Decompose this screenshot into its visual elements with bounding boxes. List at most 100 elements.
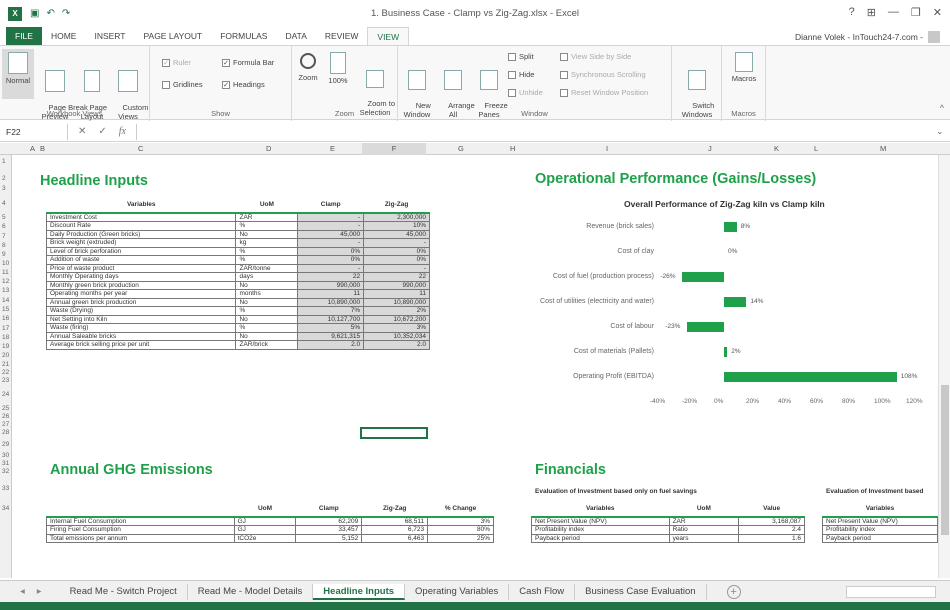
- table-cell[interactable]: Internal Fuel Consumption: [46, 516, 235, 526]
- row-header[interactable]: 7: [2, 233, 6, 240]
- table-cell[interactable]: tCO2e: [233, 533, 297, 543]
- row-header[interactable]: 10: [2, 260, 9, 267]
- table-cell[interactable]: -: [297, 212, 365, 222]
- col-c[interactable]: C: [138, 144, 143, 153]
- expand-formula-icon[interactable]: ⌄: [936, 126, 950, 137]
- tab-review[interactable]: REVIEW: [316, 27, 368, 45]
- table-cell[interactable]: Addition of waste: [45, 255, 237, 265]
- table-cell[interactable]: 3%: [363, 323, 430, 333]
- row-header[interactable]: 24: [2, 391, 9, 398]
- row-header[interactable]: 8: [2, 242, 6, 249]
- row-header[interactable]: 1: [2, 158, 6, 165]
- restore-button[interactable]: ❐: [911, 6, 921, 19]
- table-cell[interactable]: 80%: [427, 525, 494, 535]
- scroll-thumb[interactable]: [941, 385, 949, 535]
- table-cell[interactable]: GJ: [233, 525, 297, 535]
- table-cell[interactable]: 10,672,200: [363, 314, 430, 324]
- table-cell[interactable]: 5%: [297, 323, 365, 333]
- row-header[interactable]: 15: [2, 306, 9, 313]
- row-header[interactable]: 12: [2, 278, 9, 285]
- table-cell[interactable]: 22: [297, 272, 365, 282]
- table-cell[interactable]: Price of waste product: [45, 263, 237, 273]
- col-g[interactable]: G: [458, 144, 464, 153]
- table-cell[interactable]: %: [235, 306, 299, 316]
- table-cell[interactable]: Brick weight (extruded): [45, 238, 237, 248]
- formula-bar-checkbox[interactable]: ✓ Formula Bar: [222, 58, 274, 67]
- table-cell[interactable]: Firing Fuel Consumption: [46, 525, 235, 535]
- table-cell[interactable]: 68,511: [361, 516, 429, 526]
- row-header[interactable]: 3: [2, 185, 6, 192]
- table-cell[interactable]: Monthly green brick production: [45, 280, 237, 290]
- table-cell[interactable]: ZAR: [235, 212, 299, 222]
- table-cell[interactable]: 10,352,034: [363, 331, 430, 341]
- table-cell[interactable]: 990,000: [363, 280, 430, 290]
- next-sheet-icon[interactable]: ▸: [37, 586, 42, 597]
- row-header[interactable]: 32: [2, 468, 9, 475]
- worksheet[interactable]: Headline Inputs Variables UoM Clamp Zig-…: [12, 155, 938, 578]
- table-cell[interactable]: Operating months per year: [45, 289, 237, 299]
- gridlines-checkbox[interactable]: Gridlines: [162, 80, 203, 89]
- col-h[interactable]: H: [510, 144, 515, 153]
- row-header[interactable]: 21: [2, 361, 9, 368]
- table-cell[interactable]: 11: [297, 289, 365, 299]
- row-header[interactable]: 11: [2, 269, 9, 276]
- table-cell[interactable]: 0%: [363, 246, 430, 256]
- row-header[interactable]: 26: [2, 413, 9, 420]
- table-cell[interactable]: 25%: [427, 533, 494, 543]
- table-cell[interactable]: 0%: [297, 246, 365, 256]
- table-cell[interactable]: -: [297, 238, 365, 248]
- table-cell[interactable]: 2.4: [738, 525, 805, 535]
- row-header[interactable]: 4: [2, 200, 6, 207]
- vertical-scrollbar[interactable]: [938, 155, 950, 578]
- col-d[interactable]: D: [266, 144, 271, 153]
- table-cell[interactable]: Profitability index: [822, 525, 938, 535]
- user-account[interactable]: Dianne Volek - InTouch24-7.com -: [795, 31, 940, 43]
- table-cell[interactable]: 1.6: [738, 533, 805, 543]
- row-header[interactable]: 13: [2, 287, 9, 294]
- col-l[interactable]: L: [814, 144, 818, 153]
- tab-home[interactable]: HOME: [42, 27, 86, 45]
- formula-input[interactable]: [136, 123, 936, 140]
- row-header[interactable]: 2: [2, 175, 6, 182]
- table-cell[interactable]: 10,890,000: [297, 297, 365, 307]
- zoom-to-selection-button[interactable]: Zoom to Selection: [354, 49, 396, 117]
- row-header[interactable]: 29: [2, 441, 9, 448]
- table-cell[interactable]: Annual green brick production: [45, 297, 237, 307]
- table-cell[interactable]: No: [235, 314, 299, 324]
- table-cell[interactable]: -: [363, 238, 430, 248]
- table-cell[interactable]: 0%: [297, 255, 365, 265]
- table-cell[interactable]: No: [235, 229, 299, 239]
- table-cell[interactable]: 5,152: [295, 533, 363, 543]
- split-button[interactable]: Split: [508, 52, 534, 61]
- reset-window-position-button[interactable]: Reset Window Position: [560, 88, 648, 97]
- row-header[interactable]: 27: [2, 421, 9, 428]
- table-cell[interactable]: years: [668, 533, 740, 543]
- zoom-button[interactable]: Zoom: [294, 49, 322, 99]
- table-cell[interactable]: Level of brick perforation: [45, 246, 237, 256]
- switch-windows-button[interactable]: Switch Windows: [676, 49, 718, 119]
- table-cell[interactable]: 2,300,000: [363, 212, 430, 222]
- table-cell[interactable]: 10,890,000: [363, 297, 430, 307]
- tab-page-layout[interactable]: PAGE LAYOUT: [134, 27, 211, 45]
- table-cell[interactable]: %: [235, 221, 299, 231]
- table-cell[interactable]: 3%: [427, 516, 494, 526]
- table-cell[interactable]: ZAR/tonne: [235, 263, 299, 273]
- sheet-tab-read-me-switch[interactable]: Read Me - Switch Project: [60, 583, 188, 600]
- col-b[interactable]: B: [40, 144, 45, 153]
- table-cell[interactable]: -: [363, 263, 430, 273]
- help-button[interactable]: ?: [849, 6, 855, 19]
- row-header[interactable]: 17: [2, 325, 9, 332]
- table-cell[interactable]: days: [235, 272, 299, 282]
- table-cell[interactable]: 11: [363, 289, 430, 299]
- tab-insert[interactable]: INSERT: [85, 27, 134, 45]
- row-header[interactable]: 28: [2, 429, 9, 436]
- table-cell[interactable]: %: [235, 255, 299, 265]
- table-cell[interactable]: Average brick selling price per unit: [45, 340, 237, 350]
- headings-checkbox[interactable]: ✓ Headings: [222, 80, 265, 89]
- table-cell[interactable]: Payback period: [531, 533, 670, 543]
- table-cell[interactable]: Net Present Value (NPV): [822, 516, 938, 526]
- table-cell[interactable]: 6,723: [361, 525, 429, 535]
- row-header[interactable]: 14: [2, 297, 9, 304]
- zoom-100-button[interactable]: 100%: [324, 49, 352, 99]
- row-header[interactable]: 9: [2, 251, 6, 258]
